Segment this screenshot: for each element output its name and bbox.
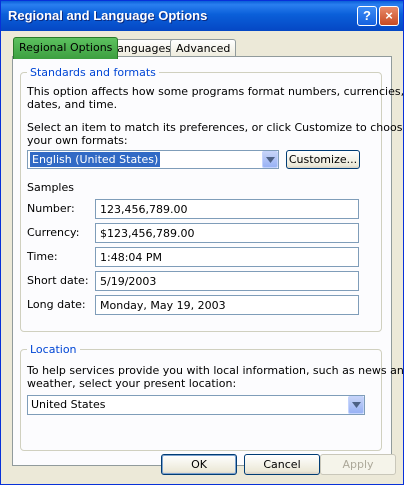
standards-group-legend: Standards and formats <box>27 66 159 79</box>
sample-short-date-value: 5/19/2003 <box>100 275 157 288</box>
sample-time-field: 1:48:04 PM <box>95 247 359 267</box>
close-button[interactable]: × <box>379 6 399 26</box>
sample-time-value: 1:48:04 PM <box>100 251 163 264</box>
location-group: Location To help services provide you wi… <box>20 343 403 451</box>
location-description-line1: To help services provide you with local … <box>27 364 404 377</box>
cancel-button[interactable]: Cancel <box>244 454 320 475</box>
chevron-down-icon[interactable] <box>262 151 278 168</box>
sample-currency-field: $123,456,789.00 <box>95 223 359 243</box>
sample-label-time: Time: <box>27 250 58 263</box>
select-instruction-line1: Select an item to match its preferences,… <box>27 121 404 134</box>
location-group-legend: Location <box>27 343 80 356</box>
sample-label-short-date: Short date: <box>27 274 89 287</box>
sample-number-field: 123,456,789.00 <box>95 199 359 219</box>
chevron-down-icon[interactable] <box>348 396 364 414</box>
sample-currency-value: $123,456,789.00 <box>100 227 195 240</box>
customize-button[interactable]: Customize... <box>286 150 360 169</box>
location-description-line2: weather, select your present location: <box>27 377 237 390</box>
help-button[interactable]: ? <box>357 6 377 26</box>
dialog-window: Regional and Language Options ? × Region… <box>0 0 404 485</box>
standards-description-line2: dates, and time. <box>27 98 118 111</box>
locale-dropdown[interactable]: English (United States) <box>27 150 279 169</box>
samples-label: Samples <box>27 181 74 194</box>
title-bar[interactable]: Regional and Language Options ? × <box>1 1 403 31</box>
ok-button[interactable]: OK <box>161 454 237 475</box>
location-dropdown-value: United States <box>31 398 106 411</box>
sample-label-currency: Currency: <box>27 226 80 239</box>
sample-label-long-date: Long date: <box>27 298 86 311</box>
window-title: Regional and Language Options <box>8 8 208 23</box>
select-instruction-line2: your own formats: <box>27 134 128 147</box>
tab-regional-options[interactable]: Regional Options <box>13 37 119 59</box>
sample-label-number: Number: <box>27 202 75 215</box>
standards-description-line1: This option affects how some programs fo… <box>27 85 404 98</box>
dialog-client-area: Regional Options Languages Advanced Stan… <box>5 31 403 482</box>
sample-short-date-field: 5/19/2003 <box>95 271 359 291</box>
tab-panel-regional-options: Standards and formats This option affect… <box>12 56 403 466</box>
sample-long-date-value: Monday, May 19, 2003 <box>100 299 226 312</box>
sample-long-date-field: Monday, May 19, 2003 <box>95 295 359 315</box>
standards-and-formats-group: Standards and formats This option affect… <box>20 66 403 332</box>
sample-number-value: 123,456,789.00 <box>100 203 188 216</box>
apply-button[interactable]: Apply <box>320 454 396 475</box>
locale-dropdown-value: English (United States) <box>30 152 161 167</box>
location-dropdown[interactable]: United States <box>27 395 365 415</box>
